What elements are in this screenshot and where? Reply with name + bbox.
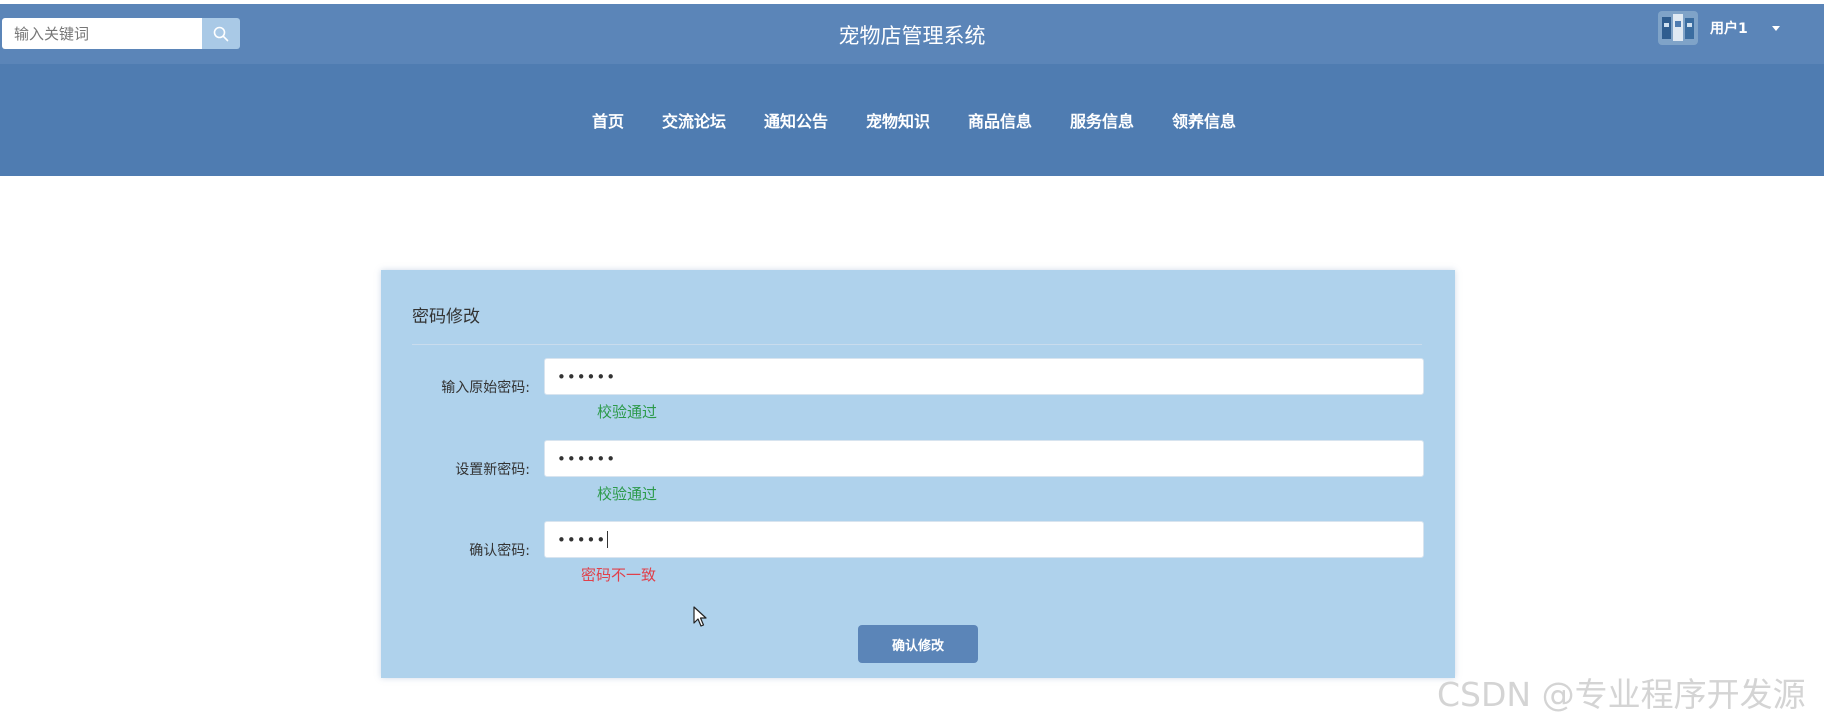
user-menu[interactable]: 用户1 [1658,11,1780,45]
watermark: CSDN @专业程序开发源 [1437,675,1806,714]
site-title: 宠物店管理系统 [838,24,986,48]
new-password-hint: 校验通过 [597,485,658,503]
top-header: 宠物店管理系统 用户1 [0,4,1824,64]
mouse-pointer-icon [693,606,707,627]
nav-item-adoption[interactable]: 领养信息 [1172,108,1236,132]
nav-item-home[interactable]: 首页 [592,108,624,132]
new-password-label: 设置新密码: [455,462,530,478]
page: 宠物店管理系统 用户1 首页 交流论坛 通知公告 宠物知识 [0,0,1824,722]
old-password-field[interactable]: •••••• [544,358,1424,395]
form-title: 密码修改 [412,307,480,327]
nav-item-forum[interactable]: 交流论坛 [662,108,726,132]
old-password-label: 输入原始密码: [441,380,530,396]
confirm-password-value: ••••• [557,530,607,549]
nav-item-notices[interactable]: 通知公告 [764,108,828,132]
nav-item-products[interactable]: 商品信息 [968,108,1032,132]
new-password-field[interactable]: •••••• [544,440,1424,477]
confirm-password-label: 确认密码: [469,543,530,559]
old-password-value: •••••• [557,367,617,386]
chevron-down-icon [1771,25,1780,31]
divider [412,344,1422,345]
main-nav: 首页 交流论坛 通知公告 宠物知识 商品信息 服务信息 领养信息 [0,64,1824,176]
old-password-hint: 校验通过 [597,403,658,421]
text-cursor [607,531,609,548]
nav-item-services[interactable]: 服务信息 [1070,108,1134,132]
new-password-value: •••••• [557,449,617,468]
confirm-change-button[interactable]: 确认修改 [858,625,978,663]
password-form-panel: 密码修改 输入原始密码: •••••• 校验通过 设置新密码: •••••• 校… [381,270,1455,678]
avatar [1658,11,1698,45]
nav-list: 首页 交流论坛 通知公告 宠物知识 商品信息 服务信息 领养信息 [592,108,1236,132]
confirm-password-hint: 密码不一致 [581,566,657,584]
confirm-password-field[interactable]: ••••• [544,521,1424,558]
user-name: 用户1 [1710,21,1748,37]
avatar-image [1658,11,1698,45]
nav-item-pet-knowledge[interactable]: 宠物知识 [866,108,930,132]
